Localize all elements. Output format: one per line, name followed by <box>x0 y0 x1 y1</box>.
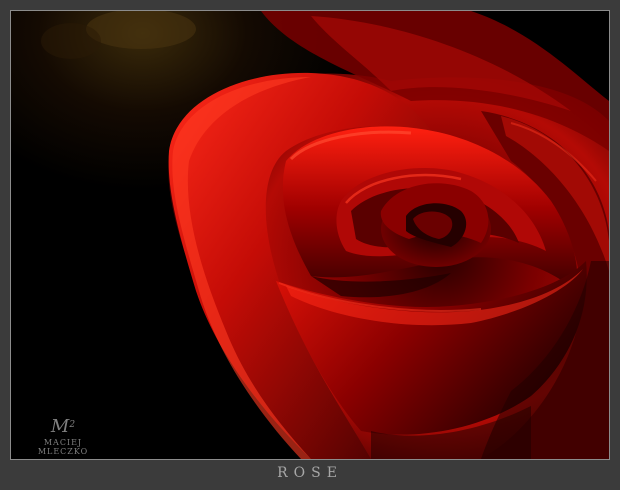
photo <box>10 10 610 460</box>
photographer-watermark: M2 MACIEJ MLECZKO <box>18 416 108 457</box>
rose-photo <box>11 11 609 459</box>
picture-frame: M2 MACIEJ MLECZKO ROSE <box>0 0 620 490</box>
photographer-name: MACIEJ MLECZKO <box>37 438 89 456</box>
monogram-logo: M2 <box>50 416 76 437</box>
photo-caption: ROSE <box>277 465 343 481</box>
